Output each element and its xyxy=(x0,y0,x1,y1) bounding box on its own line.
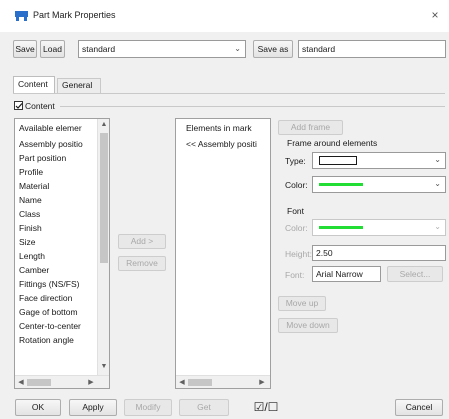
scroll-thumb[interactable] xyxy=(27,379,51,386)
color-swatch xyxy=(319,226,363,229)
list-item[interactable]: Gage of bottom xyxy=(19,307,78,317)
preset-select[interactable]: standard ⌄ xyxy=(78,40,246,58)
window-title: Part Mark Properties xyxy=(33,10,116,20)
content-checkbox-label: Content xyxy=(25,101,55,111)
list-item[interactable]: Assembly positio xyxy=(19,139,83,149)
tab-divider xyxy=(13,93,445,94)
scroll-thumb[interactable] xyxy=(100,133,108,263)
add-button[interactable]: Add > xyxy=(118,234,166,249)
save-as-button[interactable]: Save as xyxy=(253,40,293,58)
font-section-label: Font xyxy=(287,206,305,216)
list-item[interactable]: << Assembly positi xyxy=(186,139,257,149)
height-input[interactable]: 2.50 xyxy=(312,245,446,261)
scroll-up-icon[interactable]: ▲ xyxy=(98,121,109,128)
scroll-right-icon[interactable]: ▶ xyxy=(258,378,266,386)
list-item[interactable]: Profile xyxy=(19,167,43,177)
chevron-down-icon: ⌄ xyxy=(434,222,441,231)
horizontal-scrollbar[interactable]: ◀ ▶ xyxy=(15,375,109,388)
chevron-down-icon: ⌄ xyxy=(434,179,441,188)
content-group-line xyxy=(60,106,445,107)
elements-in-mark-list[interactable]: Elements in mark << Assembly positi ◀ ▶ xyxy=(175,118,271,389)
frame-color-select[interactable]: ⌄ xyxy=(312,176,446,193)
list-item[interactable]: Rotation angle xyxy=(19,335,74,345)
font-color-select[interactable]: ⌄ xyxy=(312,219,446,236)
rectangle-frame-icon xyxy=(319,156,357,165)
available-elements-list[interactable]: Available elemer Assembly positio Part p… xyxy=(14,118,110,389)
scroll-right-icon[interactable]: ▶ xyxy=(87,378,95,386)
preset-select-value: standard xyxy=(82,44,116,54)
tab-content[interactable]: Content xyxy=(13,76,55,93)
list-item[interactable]: Camber xyxy=(19,265,49,275)
scroll-thumb[interactable] xyxy=(188,379,212,386)
frame-group-title: Frame around elements xyxy=(287,138,378,148)
select-font-button[interactable]: Select... xyxy=(387,266,443,282)
list-item[interactable]: Center-to-center xyxy=(19,321,81,331)
font-input[interactable]: Arial Narrow xyxy=(312,266,381,282)
list-item[interactable]: Size xyxy=(19,237,36,247)
list-item[interactable]: Material xyxy=(19,181,49,191)
vertical-scrollbar[interactable]: ▲ ▼ xyxy=(97,119,109,375)
list-item[interactable]: Class xyxy=(19,209,40,219)
height-label: Height: xyxy=(285,249,312,259)
chevron-down-icon: ⌄ xyxy=(434,155,441,164)
scroll-left-icon[interactable]: ◀ xyxy=(17,378,25,386)
app-icon xyxy=(15,11,28,21)
list-item[interactable]: Fittings (NS/FS) xyxy=(19,279,79,289)
apply-button[interactable]: Apply xyxy=(69,399,117,416)
list-header: Elements in mark xyxy=(186,123,252,133)
cancel-button[interactable]: Cancel xyxy=(395,399,443,416)
font-color-label: Color: xyxy=(285,223,308,233)
frame-type-select[interactable]: ⌄ xyxy=(312,152,446,169)
type-label: Type: xyxy=(285,156,306,166)
remove-button[interactable]: Remove xyxy=(118,256,166,271)
add-frame-button[interactable]: Add frame xyxy=(278,120,343,135)
move-down-button[interactable]: Move down xyxy=(278,318,338,333)
tab-general[interactable]: General xyxy=(57,78,101,93)
list-item[interactable]: Finish xyxy=(19,223,42,233)
ok-button[interactable]: OK xyxy=(15,399,61,416)
color-label: Color: xyxy=(285,180,308,190)
scroll-left-icon[interactable]: ◀ xyxy=(178,378,186,386)
scroll-down-icon[interactable]: ▼ xyxy=(98,363,109,370)
modify-button[interactable]: Modify xyxy=(124,399,172,416)
font-label: Font: xyxy=(285,270,305,280)
list-item[interactable]: Name xyxy=(19,195,42,205)
check-icon xyxy=(15,103,23,109)
content-checkbox[interactable] xyxy=(14,101,23,110)
chevron-down-icon: ⌄ xyxy=(234,44,241,53)
list-item[interactable]: Face direction xyxy=(19,293,72,303)
toggle-all-button[interactable]: ☑/☐ xyxy=(247,399,285,416)
list-item[interactable]: Part position xyxy=(19,153,66,163)
list-header: Available elemer xyxy=(19,123,82,133)
get-button[interactable]: Get xyxy=(179,399,229,416)
list-item[interactable]: Length xyxy=(19,251,45,261)
close-icon[interactable]: × xyxy=(428,7,442,23)
horizontal-scrollbar[interactable]: ◀ ▶ xyxy=(176,375,270,388)
load-button[interactable]: Load xyxy=(40,40,65,58)
save-button[interactable]: Save xyxy=(13,40,37,58)
save-as-input[interactable]: standard xyxy=(298,40,446,58)
color-swatch xyxy=(319,183,363,186)
move-up-button[interactable]: Move up xyxy=(278,296,326,311)
